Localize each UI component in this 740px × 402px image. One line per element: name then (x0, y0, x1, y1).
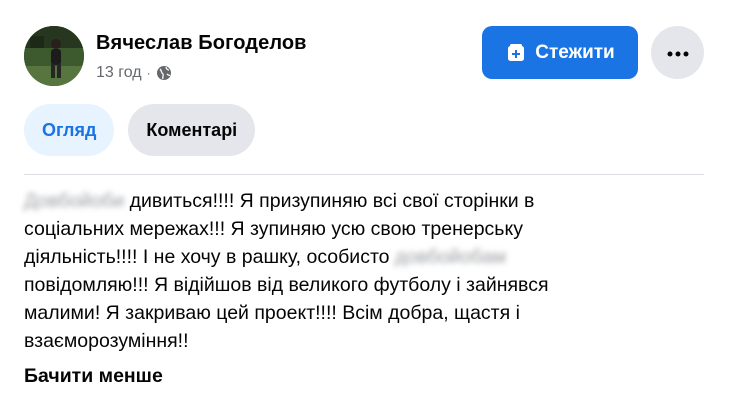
tab-comments[interactable]: Коментарі (128, 104, 256, 156)
post-header: Вячеслав Богоделов 13 год · Стежити (24, 22, 714, 92)
tab-overview[interactable]: Огляд (24, 104, 115, 156)
post-line: Довбойоби дивиться!!!! Я призупиняю всі … (24, 187, 634, 215)
follow-button[interactable]: Стежити (482, 26, 638, 79)
post-line-text: діяльність!!!! І не хочу в рашку, особис… (24, 246, 395, 268)
divider (24, 174, 704, 175)
see-less-link[interactable]: Бачити менше (24, 365, 163, 388)
post-line: соціальних мережах!!! Я зупиняю усю свою… (24, 218, 523, 240)
more-dots-icon (667, 45, 689, 60)
blurred-word: Довбойоби (24, 190, 125, 212)
author-name[interactable]: Вячеслав Богоделов (96, 32, 307, 55)
follow-icon (505, 42, 527, 64)
globe-icon (156, 65, 172, 81)
blurred-word: довбойобам (394, 246, 507, 268)
post-line: повідомляю!!! Я відійшов від великого фу… (24, 274, 549, 296)
post-time[interactable]: 13 год (96, 64, 142, 82)
post-body: Довбойоби дивиться!!!! Я призупиняю всі … (24, 187, 634, 355)
more-options-button[interactable] (651, 26, 704, 79)
post-line: діяльність!!!! І не хочу в рашку, особис… (24, 243, 634, 271)
post-tabs: Огляд Коментарі (24, 104, 256, 156)
meta-separator: · (146, 66, 151, 80)
post-line: взаєморозуміння!! (24, 330, 189, 352)
post-line: малими! Я закриваю цей проект!!!! Всім д… (24, 302, 520, 324)
post-meta: 13 год · (96, 64, 172, 82)
post-line-text: дивиться!!!! Я призупиняю всі свої сторі… (124, 190, 535, 212)
avatar-photo (24, 26, 84, 86)
follow-button-label: Стежити (535, 41, 615, 63)
avatar[interactable] (24, 26, 84, 86)
